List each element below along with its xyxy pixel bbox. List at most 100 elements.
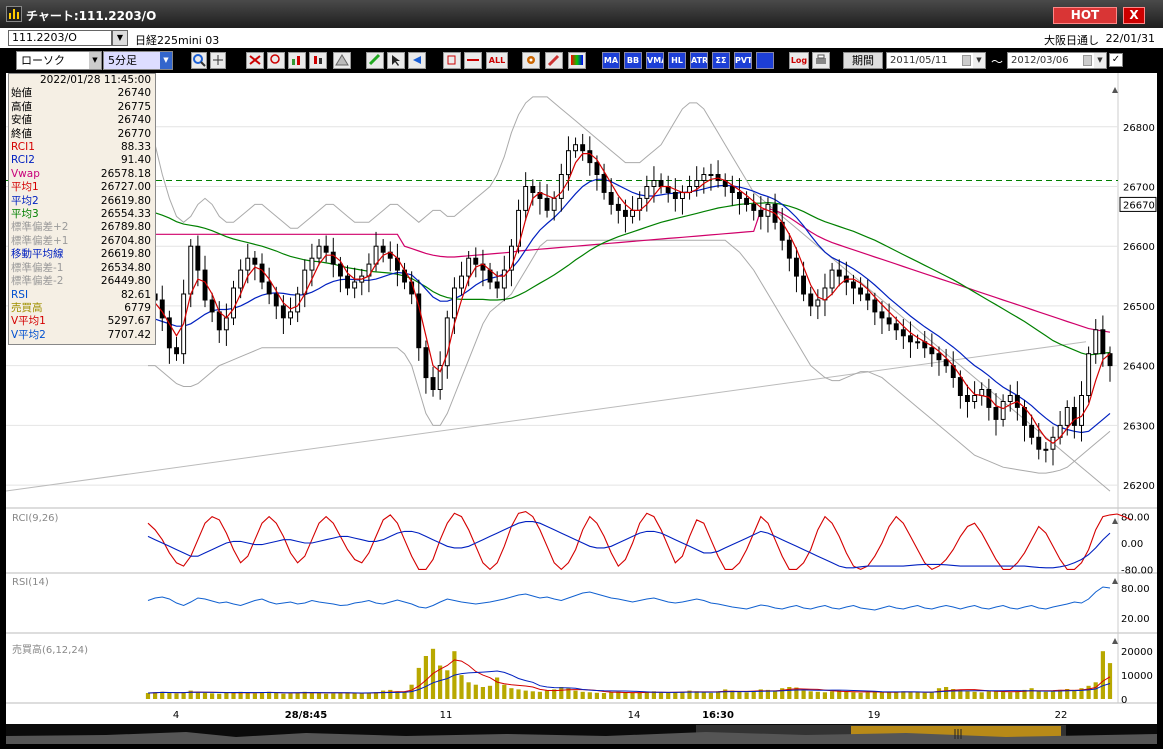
candle (651, 180, 657, 187)
info-row: 移動平均線 26619.80 (9, 248, 155, 261)
volume-bar (808, 691, 813, 699)
info-row: V平均1 5297.67 (9, 315, 155, 328)
candle (266, 281, 272, 295)
all-button[interactable]: ALL (486, 52, 508, 69)
info-label: RSI (11, 288, 29, 301)
info-label: V平均1 (11, 315, 46, 328)
hline-icon[interactable] (464, 52, 482, 69)
period-button[interactable]: 期間 (843, 52, 883, 69)
indicator-button-2[interactable]: VMA (646, 52, 664, 69)
symbol-dropdown-button[interactable]: ▼ (112, 30, 128, 46)
symbol-input[interactable]: 111.2203/O (8, 30, 112, 46)
volume-bar (1029, 688, 1034, 699)
period-checkbox[interactable]: ✓ (1109, 53, 1123, 67)
candle (273, 293, 279, 307)
chart-area[interactable]: 26800 26700 26600 26500 26400 26300 26200 26670… (6, 73, 1157, 741)
candle-icon[interactable] (309, 52, 327, 69)
log-button[interactable]: Log (789, 52, 809, 69)
candle (195, 245, 201, 271)
indicator-button-3[interactable]: HL (668, 52, 686, 69)
date-to-input[interactable]: 2012/03/06 ▼ (1007, 52, 1107, 69)
undo-icon[interactable] (408, 52, 426, 69)
volume-bar (466, 682, 471, 699)
candle (829, 269, 835, 289)
volume-bar (316, 693, 322, 699)
volume-bar (1015, 691, 1020, 699)
volume-bar (281, 693, 286, 699)
volume-bar (894, 692, 899, 699)
volume-bar (445, 670, 450, 699)
candle (345, 275, 351, 289)
color-palette-icon[interactable] (568, 52, 586, 69)
info-row: 平均3 26554.33 (9, 208, 155, 221)
date-from-input[interactable]: 2011/05/11 ▼ (886, 52, 986, 69)
info-row: 標準偏差-2 26449.80 (9, 275, 155, 288)
overview-strip[interactable] (6, 724, 1157, 744)
info-label: 標準偏差+2 (11, 221, 69, 234)
indicator-button-0[interactable]: MA (602, 52, 620, 69)
search-chart-icon[interactable] (267, 52, 285, 69)
info-timestamp: 2022/01/28 11:45:00 (39, 74, 151, 86)
volume-bar (666, 692, 671, 699)
volume-bar (851, 692, 856, 699)
calendar-icon[interactable] (1083, 55, 1092, 66)
volume-bar (366, 693, 371, 699)
candle (501, 269, 507, 289)
info-row: V平均2 7707.42 (9, 329, 155, 342)
volume-bar (388, 689, 393, 699)
volume-bar (830, 691, 835, 699)
chevron-down-icon[interactable]: ▼ (973, 53, 985, 68)
exchange-label: 大阪日通し (1044, 34, 1099, 47)
hot-button[interactable]: HOT (1053, 7, 1117, 24)
chevron-down-icon[interactable]: ▼ (1094, 53, 1106, 68)
info-label: 高値 (11, 100, 32, 113)
range-separator: 〜 (991, 55, 1004, 69)
info-value: 26789.80 (100, 221, 151, 234)
info-row: 標準偏差+1 26704.80 (9, 235, 155, 248)
mark-icon[interactable] (246, 52, 264, 69)
candle (794, 257, 799, 277)
line-icon[interactable] (443, 52, 461, 69)
calendar-icon[interactable] (962, 55, 971, 66)
info-value: 88.33 (120, 141, 151, 154)
volume-tick-label: 10000 (1121, 671, 1153, 682)
time-axis-label: 22 (1055, 710, 1068, 721)
close-button[interactable]: X (1123, 7, 1145, 24)
chart-type-value: ローソク (21, 54, 65, 67)
volume-bar (623, 692, 628, 699)
info-label: V平均2 (11, 328, 46, 341)
indicator-button-4[interactable]: ATR (690, 52, 708, 69)
time-scrollbar[interactable] (6, 724, 1157, 744)
candle (430, 377, 436, 391)
brush-icon[interactable] (545, 52, 563, 69)
candle (737, 192, 742, 199)
chart-type-select[interactable]: ローソク ▼ (16, 51, 102, 70)
rci-tick-label: 80.00 (1121, 513, 1150, 524)
indicator-button-5[interactable]: ΣΣ (712, 52, 730, 69)
warning-icon[interactable] (333, 52, 351, 69)
info-value: 26775 (117, 100, 151, 113)
candle (744, 197, 749, 205)
candle (1000, 401, 1006, 420)
volume-bar (1043, 691, 1048, 699)
gear-icon[interactable] (522, 52, 540, 69)
candle (908, 335, 913, 343)
pen-icon[interactable] (366, 52, 384, 69)
zoom-icon[interactable] (191, 52, 207, 69)
indicator-button-7[interactable] (756, 52, 774, 69)
crosshair-icon[interactable] (210, 52, 226, 69)
volume-bar (986, 691, 991, 699)
print-icon[interactable] (812, 52, 830, 69)
bar-chart-icon[interactable] (288, 52, 306, 69)
volume-bar (630, 693, 635, 699)
volume-bar (174, 693, 179, 699)
indicator-button-1[interactable]: BB (624, 52, 642, 69)
candle (1029, 424, 1035, 438)
volume-bar (972, 691, 977, 699)
indicator-button-6[interactable]: PVT (734, 52, 752, 69)
interval-select[interactable]: 5分足 ▼ (103, 51, 173, 70)
cursor-icon[interactable] (387, 52, 405, 69)
current-date: 22/01/31 (1105, 32, 1155, 45)
price-chart[interactable]: 26800 26700 26600 26500 26400 26300 26200 26670… (6, 73, 1157, 741)
volume-bar (815, 691, 820, 699)
